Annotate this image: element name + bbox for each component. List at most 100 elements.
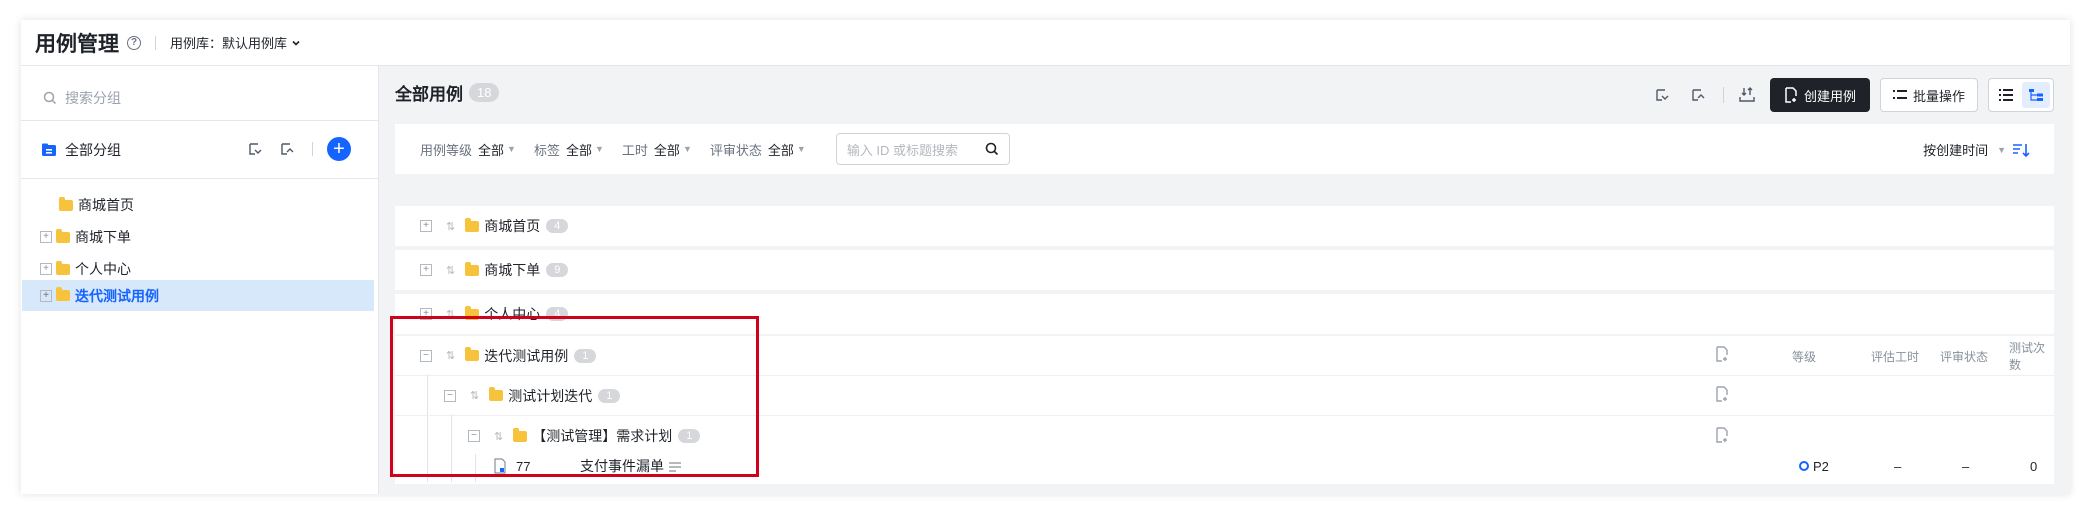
filter-value: 全部 bbox=[767, 142, 794, 158]
filter-review[interactable]: 评审状态 全部 ▼ bbox=[710, 140, 806, 159]
total-count-badge: 18 bbox=[469, 83, 500, 102]
expand-icon[interactable]: + bbox=[420, 220, 432, 232]
filter-key: 评审状态 bbox=[709, 142, 762, 158]
priority-dot-icon bbox=[1799, 461, 1809, 471]
divider bbox=[155, 35, 156, 50]
search-icon bbox=[985, 142, 998, 156]
search-icon bbox=[43, 91, 57, 105]
folder-icon bbox=[56, 287, 70, 301]
sort-label: 按创建时间 bbox=[1923, 143, 1989, 158]
divider bbox=[1722, 87, 1724, 103]
caret-down-icon: ▼ bbox=[1997, 144, 2006, 155]
expand-icon[interactable]: + bbox=[40, 263, 52, 275]
case-review-status: – bbox=[1962, 458, 1970, 474]
highlight-box bbox=[390, 316, 759, 477]
all-groups-label: 全部分组 bbox=[65, 142, 121, 158]
column-header-level: 等级 bbox=[1792, 349, 1817, 364]
folder-icon bbox=[465, 261, 480, 276]
group-count-badge: 4 bbox=[546, 219, 569, 233]
tree-item-iteration[interactable]: + 迭代测试用例 bbox=[22, 280, 374, 311]
add-case-icon[interactable] bbox=[1715, 386, 1729, 405]
folder-tree-icon bbox=[42, 143, 56, 156]
group-row[interactable]: + ⇅ 商城下单 9 bbox=[395, 250, 2054, 290]
add-file-icon bbox=[1785, 87, 1797, 103]
tree-item-order[interactable]: + 商城下单 bbox=[21, 222, 373, 252]
folder-icon bbox=[56, 260, 70, 275]
add-case-icon[interactable] bbox=[1715, 346, 1729, 365]
tree-view-icon[interactable] bbox=[2022, 82, 2050, 108]
case-run-count: 0 bbox=[2030, 458, 2038, 474]
group-search-input[interactable]: 搜索分组 bbox=[43, 88, 353, 108]
divider bbox=[312, 142, 313, 156]
all-groups-item[interactable]: 全部分组 + bbox=[41, 130, 361, 170]
drag-handle-icon[interactable]: ⇅ bbox=[446, 220, 455, 233]
view-toggle bbox=[1988, 78, 2054, 112]
add-case-icon[interactable] bbox=[1715, 426, 1729, 446]
collapse-all-icon[interactable] bbox=[280, 141, 298, 157]
top-bar: 用例管理 ? 用例库：默认用例库 bbox=[21, 20, 2070, 66]
help-icon[interactable]: ? bbox=[127, 35, 141, 50]
collapse-all-icon[interactable] bbox=[1687, 82, 1713, 108]
add-group-button[interactable]: + bbox=[327, 137, 351, 161]
divider bbox=[21, 120, 378, 121]
expand-icon[interactable]: + bbox=[40, 289, 52, 302]
priority-badge: P2 bbox=[1799, 459, 1829, 474]
filter-value: 全部 bbox=[478, 142, 505, 158]
filter-level[interactable]: 用例等级 全部 ▼ bbox=[420, 140, 516, 159]
drag-handle-icon[interactable]: ⇅ bbox=[446, 264, 455, 277]
filter-value: 全部 bbox=[565, 142, 592, 158]
filter-key: 工时 bbox=[621, 142, 648, 158]
priority-label: P2 bbox=[1813, 458, 1829, 474]
group-actions: + bbox=[248, 137, 351, 161]
sidebar: 搜索分组 全部分组 + 商城首页 + 商城下单 + 个人中心 + 迭代测试用例 bbox=[21, 66, 379, 494]
caret-down-icon: ▼ bbox=[796, 144, 806, 154]
app-window: 用例管理 ? 用例库：默认用例库 搜索分组 全部分组 + 商城首页 + 商城下单… bbox=[21, 20, 2070, 494]
group-count-badge: 9 bbox=[546, 263, 569, 277]
batch-operation-button[interactable]: 批量操作 bbox=[1879, 78, 1978, 112]
search-placeholder: 搜索分组 bbox=[65, 90, 121, 106]
main-title: 全部用例 bbox=[395, 85, 463, 104]
caret-down-icon: ▼ bbox=[507, 144, 516, 154]
folder-icon bbox=[59, 196, 73, 211]
expand-icon[interactable]: + bbox=[40, 231, 52, 243]
create-case-button[interactable]: 创建用例 bbox=[1769, 78, 1870, 112]
column-header-runs: 测试次数 bbox=[2009, 341, 2046, 372]
tree-item-label: 商城下单 bbox=[75, 229, 131, 245]
list-view-icon[interactable] bbox=[1992, 82, 2020, 108]
case-hours: – bbox=[1894, 458, 1902, 474]
filter-value: 全部 bbox=[653, 142, 680, 158]
toolbar: 创建用例 批量操作 bbox=[1651, 78, 2054, 112]
folder-icon bbox=[56, 228, 70, 243]
list-icon bbox=[1892, 90, 1907, 99]
expand-icon[interactable]: + bbox=[420, 264, 432, 276]
expand-all-icon[interactable] bbox=[1651, 82, 1677, 108]
group-name: 商城首页 bbox=[484, 218, 541, 234]
search-placeholder: 输入 ID 或标题搜索 bbox=[846, 142, 959, 158]
import-export-icon[interactable] bbox=[1734, 82, 1760, 108]
sort-selector[interactable]: 按创建时间 ▼ bbox=[1923, 140, 2030, 159]
group-name: 商城下单 bbox=[484, 262, 541, 278]
filter-key: 用例等级 bbox=[420, 142, 473, 158]
page-title: 用例管理 bbox=[35, 32, 119, 56]
tree-item-label: 个人中心 bbox=[75, 261, 131, 277]
group-row[interactable]: + ⇅ 商城首页 4 bbox=[395, 206, 2054, 246]
filter-tag[interactable]: 标签 全部 ▼ bbox=[534, 140, 604, 159]
sort-order-icon[interactable] bbox=[2012, 143, 2030, 157]
filter-key: 标签 bbox=[533, 142, 560, 158]
expand-all-icon[interactable] bbox=[248, 141, 266, 157]
column-header-hours: 评估工时 bbox=[1871, 349, 1920, 364]
tree-item-label: 迭代测试用例 bbox=[75, 287, 159, 304]
case-search-input[interactable]: 输入 ID 或标题搜索 bbox=[835, 133, 1010, 165]
folder-icon bbox=[465, 217, 480, 232]
batch-operation-label: 批量操作 bbox=[1912, 88, 1965, 104]
library-selector[interactable]: 用例库：默认用例库 bbox=[170, 33, 301, 52]
library-label: 用例库：默认用例库 bbox=[170, 36, 288, 51]
create-case-label: 创建用例 bbox=[1803, 88, 1856, 104]
filter-hours[interactable]: 工时 全部 ▼ bbox=[622, 140, 692, 159]
tree-item-home[interactable]: 商城首页 bbox=[21, 190, 373, 220]
main-header: 全部用例 18 bbox=[395, 80, 500, 105]
caret-down-icon: ▼ bbox=[682, 144, 692, 154]
tree-item-label: 商城首页 bbox=[78, 197, 134, 213]
filter-bar: 用例等级 全部 ▼ 标签 全部 ▼ 工时 全部 ▼ 评审状态 全部 ▼ 输入 ID 或标题搜索 … bbox=[395, 124, 2054, 174]
divider bbox=[21, 178, 378, 179]
